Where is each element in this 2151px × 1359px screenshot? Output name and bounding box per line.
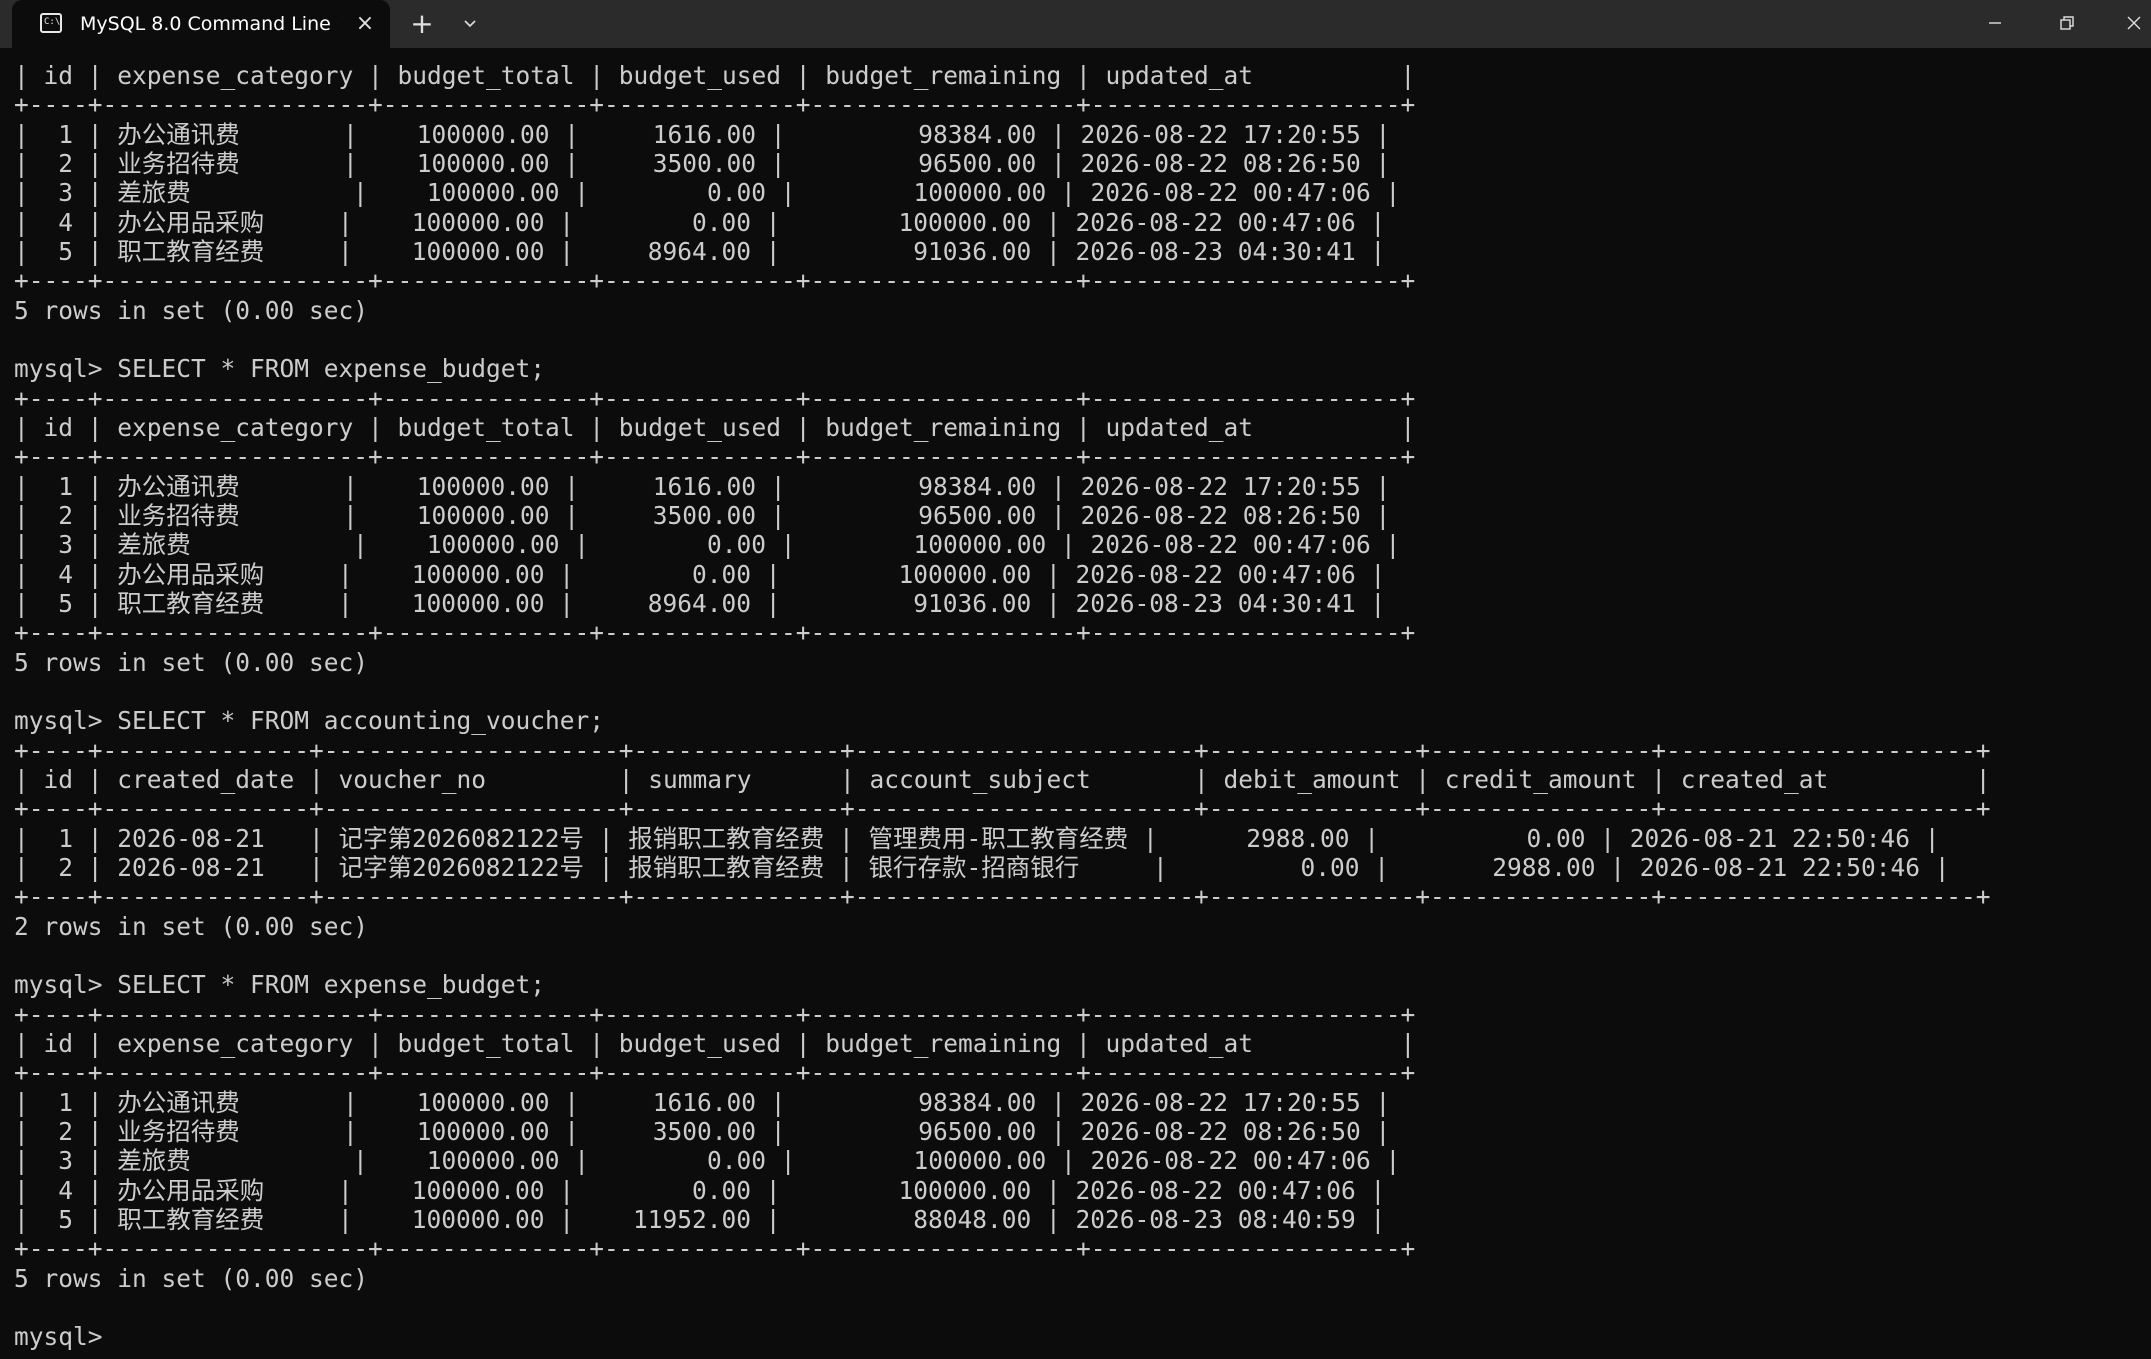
terminal-line: +----+------------------+--------------+… <box>14 90 1416 119</box>
terminal-line: | 4 | 办公用品采购 | 100000.00 | 0.00 | 100000… <box>14 1176 1386 1205</box>
terminal-line: | id | created_date | voucher_no | summa… <box>14 765 1991 794</box>
terminal-line: 5 rows in set (0.00 sec) <box>14 1264 369 1293</box>
new-tab-button[interactable]: + <box>406 8 438 40</box>
terminal-icon: C:\ <box>40 13 62 33</box>
terminal-line: | id | expense_category | budget_total |… <box>14 413 1416 442</box>
close-icon <box>2127 16 2140 30</box>
terminal-line: 2 rows in set (0.00 sec) <box>14 912 369 941</box>
terminal-line: +----+------------------+--------------+… <box>14 442 1416 471</box>
terminal-line: | 5 | 职工教育经费 | 100000.00 | 11952.00 | 88… <box>14 1205 1386 1234</box>
terminal-line: +----+------------------+--------------+… <box>14 1234 1416 1263</box>
terminal-line: | 2 | 业务招待费 | 100000.00 | 3500.00 | 9650… <box>14 501 1391 530</box>
terminal-line: | 1 | 办公通讯费 | 100000.00 | 1616.00 | 9838… <box>14 472 1391 501</box>
terminal-line: | 4 | 办公用品采购 | 100000.00 | 0.00 | 100000… <box>14 208 1386 237</box>
terminal-line: +----+--------------+-------------------… <box>14 736 1991 765</box>
terminal-line: | 3 | 差旅费 | 100000.00 | 0.00 | 100000.00… <box>14 530 1401 559</box>
terminal-line: 5 rows in set (0.00 sec) <box>14 296 369 325</box>
terminal-line: mysql> SELECT * FROM expense_budget; <box>14 354 546 383</box>
terminal-line: +----+------------------+--------------+… <box>14 384 1416 413</box>
title-bar: C:\ MySQL 8.0 Command Line Clie × + <box>0 0 2151 48</box>
terminal-line: | 2 | 业务招待费 | 100000.00 | 3500.00 | 9650… <box>14 1117 1391 1146</box>
terminal-line: | 3 | 差旅费 | 100000.00 | 0.00 | 100000.00… <box>14 1146 1401 1175</box>
terminal-line: | 5 | 职工教育经费 | 100000.00 | 8964.00 | 910… <box>14 589 1386 618</box>
terminal-output[interactable]: | id | expense_category | budget_total |… <box>0 48 2151 1359</box>
mysql-prompt[interactable]: mysql> <box>14 1322 117 1351</box>
restore-icon <box>2060 16 2074 30</box>
terminal-line: | id | expense_category | budget_total |… <box>14 1029 1416 1058</box>
terminal-line: | 4 | 办公用品采购 | 100000.00 | 0.00 | 100000… <box>14 560 1386 589</box>
close-window-button[interactable] <box>2116 0 2151 48</box>
restore-button[interactable] <box>2044 0 2090 48</box>
terminal-line: 5 rows in set (0.00 sec) <box>14 648 369 677</box>
terminal-line: +----+--------------+-------------------… <box>14 794 1991 823</box>
terminal-line: | 2 | 2026-08-21 | 记字第2026082122号 | 报销职工… <box>14 853 1950 882</box>
terminal-line: | 5 | 职工教育经费 | 100000.00 | 8964.00 | 910… <box>14 237 1386 266</box>
close-tab-icon[interactable]: × <box>352 11 378 37</box>
terminal-line: | 2 | 业务招待费 | 100000.00 | 3500.00 | 9650… <box>14 149 1391 178</box>
minimize-icon <box>1989 22 2001 24</box>
terminal-line: mysql> SELECT * FROM expense_budget; <box>14 970 546 999</box>
minimize-button[interactable] <box>1972 0 2018 48</box>
terminal-line: +----+------------------+--------------+… <box>14 266 1416 295</box>
terminal-line: +----+------------------+--------------+… <box>14 1000 1416 1029</box>
tab-title: MySQL 8.0 Command Line Clie <box>80 13 338 35</box>
terminal-line: +----+--------------+-------------------… <box>14 882 1991 911</box>
tab-mysql-client[interactable]: C:\ MySQL 8.0 Command Line Clie × <box>12 0 390 48</box>
terminal-line: +----+------------------+--------------+… <box>14 1058 1416 1087</box>
terminal-line: | id | expense_category | budget_total |… <box>14 61 1416 90</box>
chevron-down-icon <box>464 20 476 28</box>
terminal-line: | 1 | 办公通讯费 | 100000.00 | 1616.00 | 9838… <box>14 120 1391 149</box>
terminal-line: | 1 | 2026-08-21 | 记字第2026082122号 | 报销职工… <box>14 824 1940 853</box>
terminal-line: mysql> SELECT * FROM accounting_voucher; <box>14 706 605 735</box>
terminal-line: | 3 | 差旅费 | 100000.00 | 0.00 | 100000.00… <box>14 178 1401 207</box>
terminal-line: | 1 | 办公通讯费 | 100000.00 | 1616.00 | 9838… <box>14 1088 1391 1117</box>
tab-dropdown-button[interactable] <box>454 8 486 40</box>
terminal-line: +----+------------------+--------------+… <box>14 618 1416 647</box>
